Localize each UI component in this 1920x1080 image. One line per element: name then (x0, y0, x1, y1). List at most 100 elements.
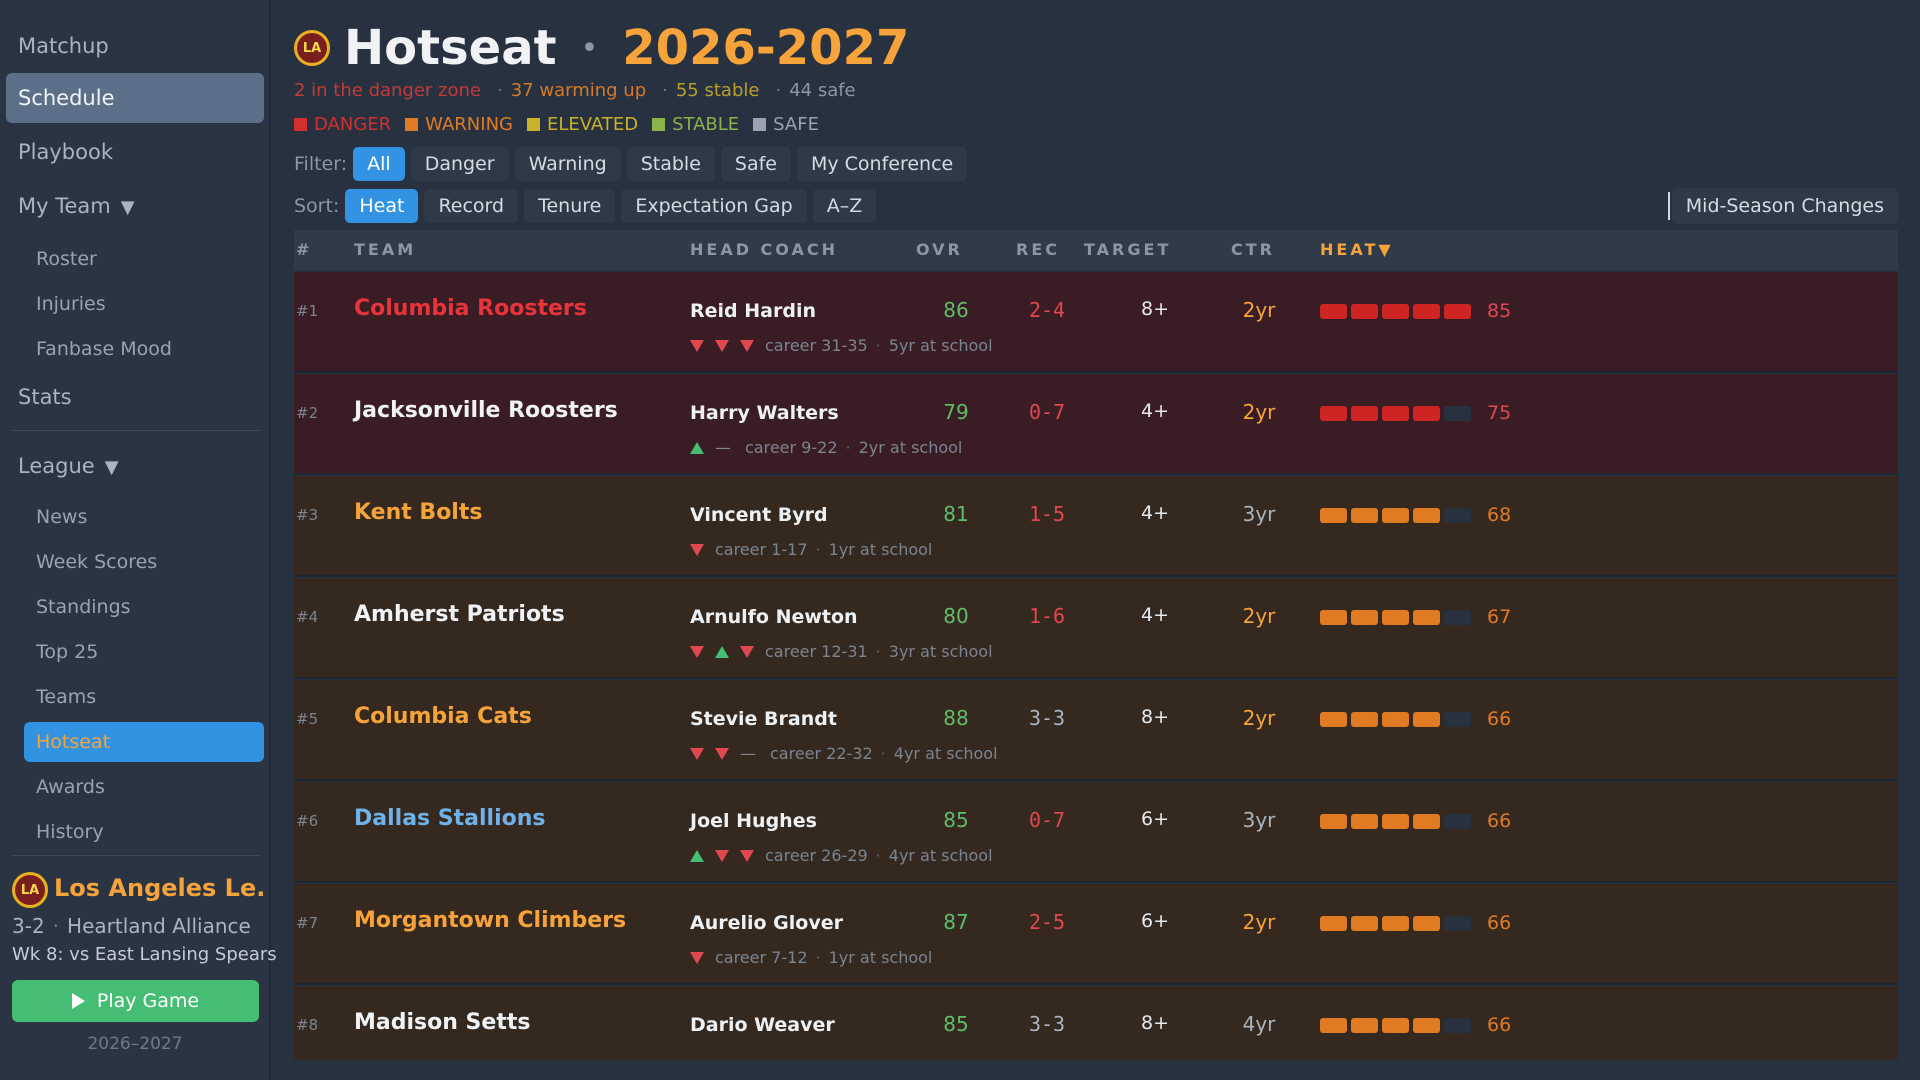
nav-injuries[interactable]: Injuries (24, 284, 264, 324)
filter-safe[interactable]: Safe (720, 147, 791, 181)
nav-schedule[interactable]: Schedule (6, 73, 264, 123)
nav-standings[interactable]: Standings (24, 587, 264, 627)
col-target[interactable]: TARGET (1084, 230, 1171, 270)
sidebar-divider (12, 855, 260, 856)
table-row[interactable]: #6 Dallas Stallions Joel Hughes career 26-2… (294, 782, 1898, 883)
table-row[interactable]: #8 Madison Setts Dario Weaver 85 3-3 8+ 4yr 66 (294, 986, 1898, 1060)
record: 1-5 (1028, 502, 1066, 526)
coach-career: career 31-35 (765, 336, 868, 355)
col-ctr[interactable]: CTR (1231, 230, 1275, 270)
row-rank: #2 (296, 404, 319, 422)
page-title: Hotseat (344, 20, 557, 76)
sort-record[interactable]: Record (424, 189, 519, 223)
nav-my-team[interactable]: My Team ▼ (6, 181, 264, 231)
play-game-button[interactable]: Play Game (12, 980, 259, 1022)
team-logo: LA (12, 872, 48, 908)
heat-meter: 68 (1320, 504, 1511, 526)
coach-name[interactable]: Vincent Byrd (690, 504, 828, 526)
coach-name[interactable]: Aurelio Glover (690, 912, 843, 934)
sort-label: Sort: (294, 195, 340, 217)
filter-warning[interactable]: Warning (514, 147, 621, 181)
col-coach[interactable]: HEAD COACH (690, 230, 838, 270)
coach-name[interactable]: Harry Walters (690, 402, 839, 424)
overall-rating: 85 (943, 808, 969, 832)
nav-fanbase-mood[interactable]: Fanbase Mood (24, 329, 264, 369)
page-header: LA Hotseat • 2026-2027 (294, 18, 909, 78)
table-row[interactable]: #1 Columbia Roosters Reid Hardin career 31-… (294, 272, 1898, 373)
record: 2-5 (1028, 910, 1066, 934)
coach-name[interactable]: Joel Hughes (690, 810, 817, 832)
table-row[interactable]: #7 Morgantown Climbers Aurelio Glover caree… (294, 884, 1898, 985)
team-name[interactable]: Columbia Roosters (354, 296, 587, 321)
heat-segment (1413, 915, 1440, 931)
heat-segment (1413, 609, 1440, 625)
heat-score: 66 (1487, 708, 1512, 730)
mid-season-changes-button[interactable]: Mid-Season Changes (1671, 188, 1898, 224)
target-wins: 6+ (1140, 910, 1169, 932)
team-name[interactable]: Morgantown Climbers (354, 908, 626, 933)
nav-awards[interactable]: Awards (24, 767, 264, 807)
table-row[interactable]: #2 Jacksonville Roosters Harry Walters — car… (294, 374, 1898, 475)
col-rank[interactable]: # (296, 230, 312, 270)
coach-name[interactable]: Reid Hardin (690, 300, 816, 322)
coach-career: career 1-17 (715, 540, 808, 559)
team-name: Los Angeles Le... (54, 874, 264, 902)
sort-tenure[interactable]: Tenure (524, 189, 616, 223)
table-row[interactable]: #3 Kent Bolts Vincent Byrd career 1-17 · 1yr … (294, 476, 1898, 577)
team-name[interactable]: Madison Setts (354, 1010, 530, 1035)
overall-rating: 81 (943, 502, 969, 526)
nav-week-scores[interactable]: Week Scores (24, 542, 264, 582)
nav-history[interactable]: History (24, 812, 264, 852)
table-row[interactable]: #4 Amherst Patriots Arnulfo Newton career 1… (294, 578, 1898, 679)
team-name[interactable]: Jacksonville Roosters (354, 398, 618, 423)
trend-down-icon (690, 543, 704, 556)
coach-tenure: 1yr at school (828, 540, 933, 559)
trend-down-icon (690, 951, 704, 964)
filter-all[interactable]: All (353, 147, 405, 181)
filter-danger[interactable]: Danger (410, 147, 509, 181)
coach-name[interactable]: Stevie Brandt (690, 708, 837, 730)
legend-item: SAFE (753, 114, 819, 135)
col-rec[interactable]: REC (1016, 230, 1060, 270)
coach-career: career 9-22 (745, 438, 838, 457)
team-name[interactable]: Kent Bolts (354, 500, 482, 525)
sort-heat[interactable]: Heat (345, 189, 419, 223)
team-name[interactable]: Amherst Patriots (354, 602, 565, 627)
chevron-down-icon: ▼ (120, 197, 135, 218)
contract-years: 4yr (1242, 1012, 1276, 1036)
table-row[interactable]: #5 Columbia Cats Stevie Brandt — career 22-3… (294, 680, 1898, 781)
overall-rating: 79 (943, 400, 969, 424)
sidebar-divider (12, 430, 260, 431)
team-name[interactable]: Columbia Cats (354, 704, 532, 729)
col-ovr[interactable]: OVR (916, 230, 963, 270)
col-heat[interactable]: HEAT▼ (1320, 230, 1394, 270)
heat-segment (1382, 915, 1409, 931)
nav-hotseat[interactable]: Hotseat (24, 722, 264, 762)
heat-score: 85 (1487, 300, 1512, 322)
overall-rating: 88 (943, 706, 969, 730)
coach-name[interactable]: Dario Weaver (690, 1014, 835, 1036)
nav-roster[interactable]: Roster (24, 239, 264, 279)
record: 0-7 (1028, 400, 1066, 424)
separator: · (662, 80, 668, 101)
nav-playbook[interactable]: Playbook (6, 127, 264, 177)
summary-safe: 44 safe (789, 80, 856, 101)
nav-news[interactable]: News (24, 497, 264, 537)
trend-down-icon (690, 747, 704, 760)
coach-name[interactable]: Arnulfo Newton (690, 606, 858, 628)
nav-matchup[interactable]: Matchup (6, 21, 264, 71)
nav-teams[interactable]: Teams (24, 677, 264, 717)
hotseat-summary: 2 in the danger zone · 37 warming up · 55 st… (294, 80, 864, 101)
filter-stable[interactable]: Stable (626, 147, 715, 181)
heat-score: 66 (1487, 912, 1512, 934)
separator: · (875, 336, 881, 355)
contract-years: 2yr (1242, 604, 1276, 628)
nav-stats[interactable]: Stats (6, 372, 264, 422)
filter-my-conference[interactable]: My Conference (796, 147, 968, 181)
nav-top-25[interactable]: Top 25 (24, 632, 264, 672)
col-team[interactable]: TEAM (354, 230, 416, 270)
nav-league[interactable]: League ▼ (6, 441, 264, 491)
sort-expectation-gap[interactable]: Expectation Gap (621, 189, 807, 223)
sort-a-z[interactable]: A–Z (812, 189, 877, 223)
team-name[interactable]: Dallas Stallions (354, 806, 546, 831)
